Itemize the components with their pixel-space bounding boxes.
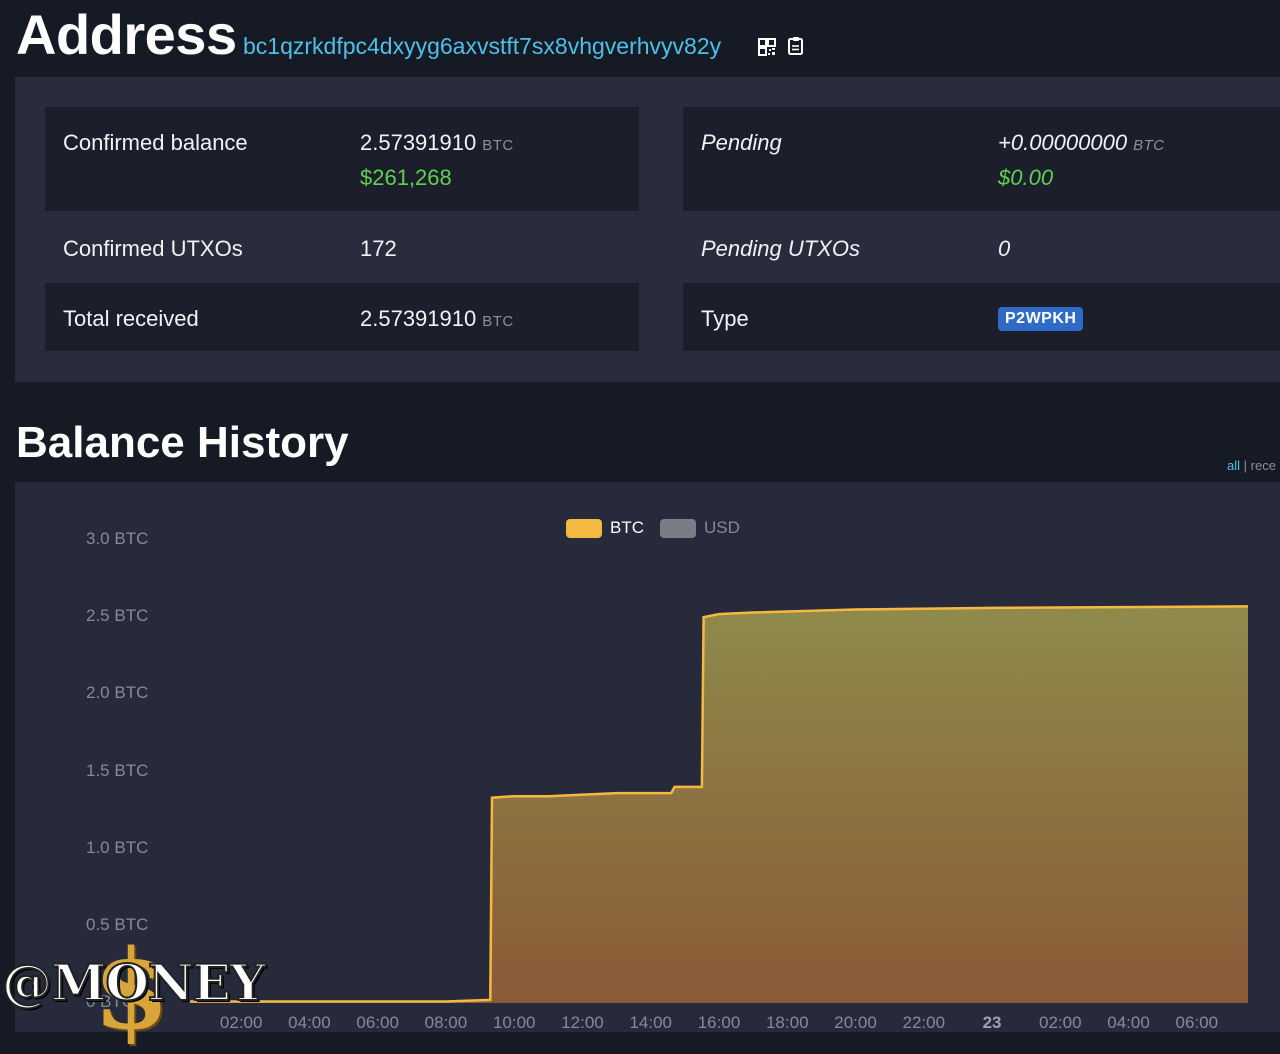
range-selector: all | rece [1227, 458, 1276, 473]
balance-history-title: Balance History [16, 418, 349, 467]
qr-code-icon[interactable] [758, 38, 776, 56]
y-tick-label: 1.0 BTC [86, 837, 149, 857]
type-label: Type [701, 306, 749, 331]
script-type-badge: P2WPKH [998, 307, 1084, 331]
confirmed-utxos-label: Confirmed UTXOs [63, 236, 243, 261]
range-separator: | [1243, 458, 1248, 473]
legend-btc-swatch[interactable] [566, 519, 602, 538]
x-tick-label: 20:00 [834, 1013, 877, 1032]
address-summary-panel: Confirmed balance 2.57391910 BTC $261,268… [15, 77, 1280, 382]
confirmed-balance-row: Confirmed balance 2.57391910 BTC $261,268 [45, 107, 639, 211]
pending-row: Pending +0.00000000 BTC $0.00 [683, 107, 1280, 211]
x-tick-label: 06:00 [1175, 1013, 1219, 1032]
confirmed-balance-amount: 2.57391910 [360, 130, 477, 155]
x-tick-label: 02:00 [1039, 1013, 1082, 1032]
confirmed-balance-label: Confirmed balance [63, 130, 248, 155]
x-tick-label: 04:00 [1107, 1013, 1150, 1032]
pending-value: +0.00000000 BTC [998, 130, 1165, 156]
pending-unit: BTC [1133, 137, 1165, 154]
pending-utxos-row: Pending UTXOs 0 [683, 213, 1280, 281]
y-tick-label: 1.5 BTC [86, 760, 149, 780]
x-tick-label: 16:00 [697, 1013, 741, 1032]
total-received-label: Total received [63, 306, 199, 331]
x-tick-label: 18:00 [765, 1013, 809, 1032]
page-title: Address [16, 3, 237, 66]
money-watermark: $ @MONEY [0, 925, 266, 1054]
y-tick-label: 2.5 BTC [86, 606, 149, 626]
confirmed-utxos-row: Confirmed UTXOs 172 [45, 213, 639, 281]
total-received-row: Total received 2.57391910 BTC [45, 283, 639, 351]
confirmed-utxos-value: 172 [360, 236, 397, 261]
pending-utxos-value: 0 [998, 236, 1011, 261]
total-received-value: 2.57391910 BTC [360, 306, 514, 332]
range-recent-link[interactable]: rece [1251, 458, 1276, 473]
y-tick-label: 3.0 BTC [86, 529, 149, 548]
legend-usd-label[interactable]: USD [704, 518, 740, 538]
total-received-amount: 2.57391910 [360, 306, 477, 331]
x-tick-label: 08:00 [424, 1013, 468, 1032]
x-tick-label: 04:00 [288, 1013, 331, 1032]
y-tick-label: 2.0 BTC [86, 683, 149, 703]
watermark-text: @MONEY [1, 952, 266, 1013]
x-tick-label: 14:00 [629, 1013, 673, 1032]
legend-btc-label[interactable]: BTC [610, 518, 644, 538]
pending-amount: +0.00000000 [998, 130, 1128, 155]
confirmed-balance-fiat: $261,268 [360, 165, 452, 190]
x-tick-label: 10:00 [492, 1013, 536, 1032]
x-tick-label: 23 [982, 1013, 1002, 1032]
range-all-link[interactable]: all [1227, 458, 1240, 473]
clipboard-icon[interactable] [787, 36, 805, 56]
address-hash[interactable]: bc1qzrkdfpc4dxyyg6axvstft7sx8vhgverhvyv8… [243, 33, 721, 60]
x-tick-label: 22:00 [902, 1013, 946, 1032]
x-tick-label: 12:00 [561, 1013, 604, 1032]
confirmed-balance-unit: BTC [482, 137, 514, 154]
pending-label: Pending [701, 130, 782, 155]
confirmed-balance-value: 2.57391910 BTC [360, 130, 514, 156]
pending-fiat: $0.00 [998, 165, 1054, 190]
pending-utxos-label: Pending UTXOs [701, 236, 860, 261]
legend-usd-swatch[interactable] [660, 519, 696, 538]
x-tick-label: 06:00 [356, 1013, 399, 1032]
type-row: Type P2WPKH [683, 283, 1280, 351]
total-received-unit: BTC [482, 313, 514, 330]
